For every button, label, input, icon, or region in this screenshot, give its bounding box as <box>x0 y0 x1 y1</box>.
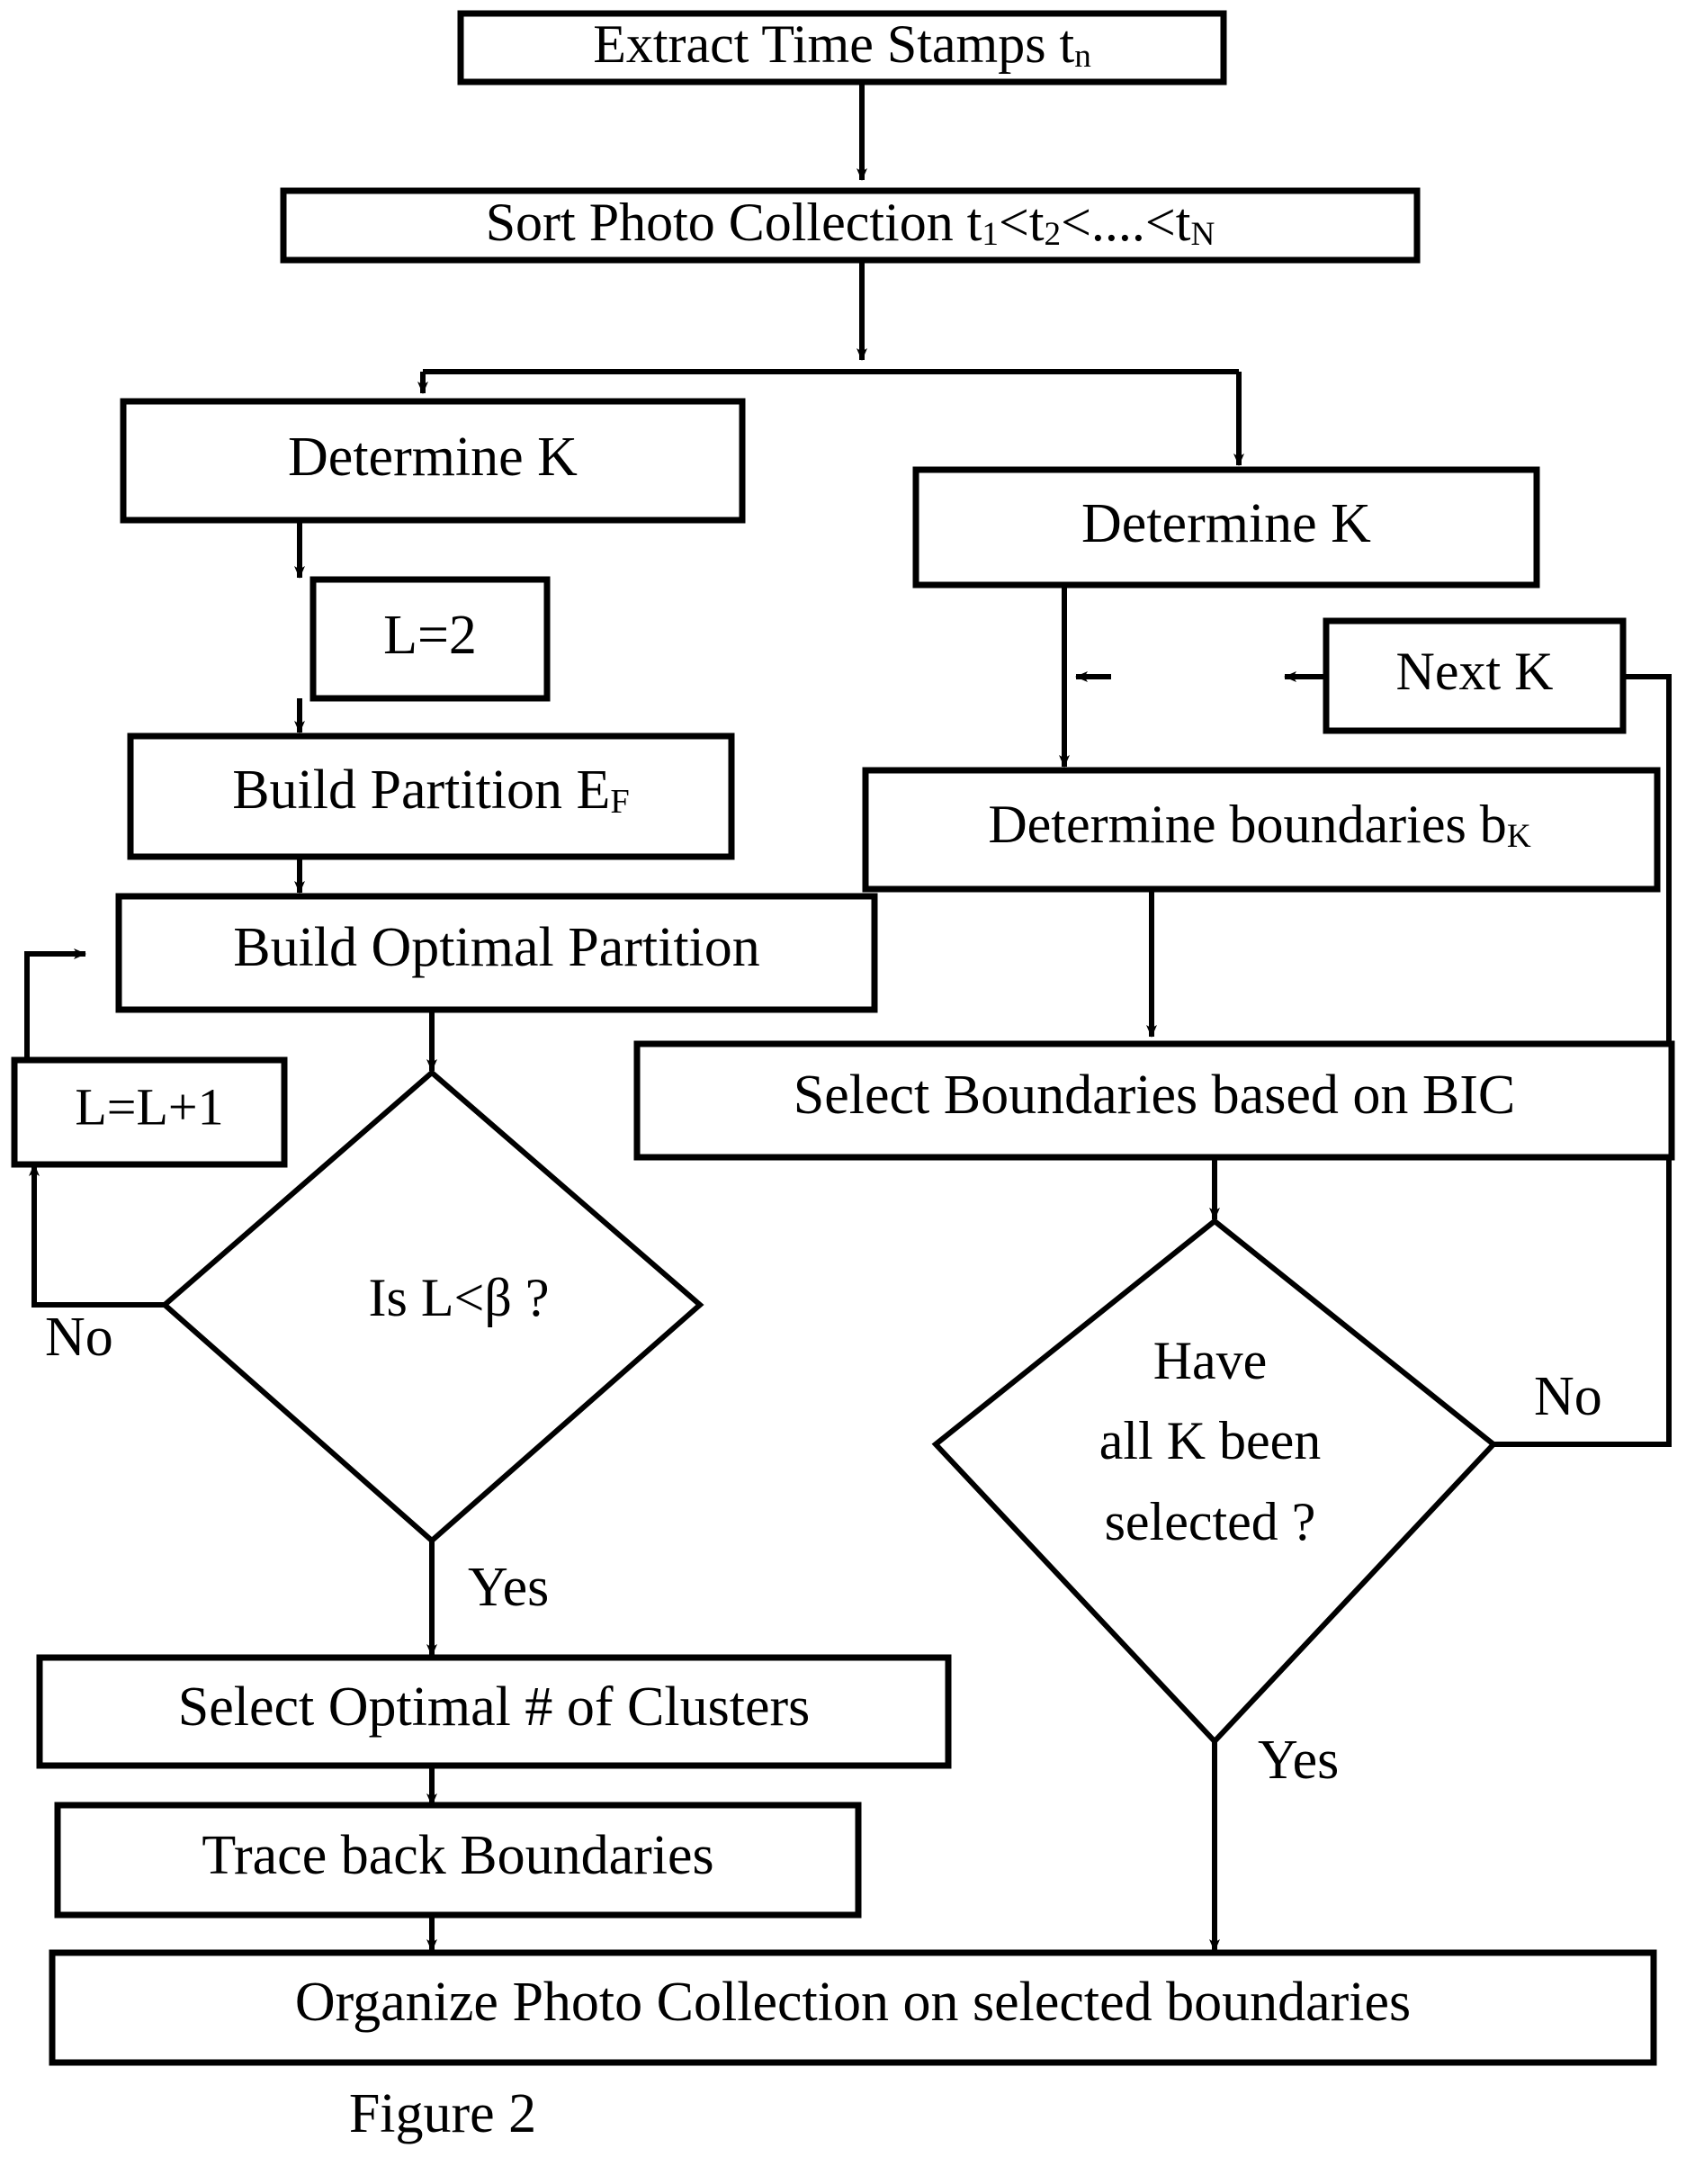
label-l-increment: L=L+1 <box>75 1077 223 1136</box>
edge-l-increment-to-build-optimal <box>24 948 86 1060</box>
edge-label-right-yes: Yes <box>1258 1730 1339 1791</box>
figure-page: Extract Time Stamps tn Sort Photo Collec… <box>0 0 1704 2184</box>
figure-caption: Figure 2 <box>349 2083 536 2144</box>
label-next-k: Next K <box>1396 642 1554 701</box>
label-have-all-k-line3: selected ? <box>1105 1492 1316 1551</box>
label-determine-k-right: Determine K <box>1081 493 1371 554</box>
label-build-partition: Build Partition EF <box>232 759 630 821</box>
edge-label-right-no: No <box>1534 1366 1602 1427</box>
label-determine-k-left: Determine K <box>288 427 578 488</box>
label-have-all-k-line1: Have <box>1153 1331 1268 1390</box>
label-trace-back-boundaries: Trace back Boundaries <box>202 1825 713 1886</box>
edge-label-left-no: No <box>45 1307 113 1368</box>
label-organize-photo-collection: Organize Photo Collection on selected bo… <box>295 1972 1411 2033</box>
label-select-optimal-clusters: Select Optimal # of Clusters <box>178 1676 811 1738</box>
label-build-optimal-partition: Build Optimal Partition <box>233 917 760 978</box>
label-l-equals-2: L=2 <box>383 605 477 666</box>
label-have-all-k-line2: all K been <box>1099 1411 1322 1470</box>
label-determine-boundaries: Determine boundaries bK <box>988 795 1530 855</box>
label-select-boundaries-bic: Select Boundaries based on BIC <box>794 1065 1515 1126</box>
edge-label-left-yes: Yes <box>468 1557 549 1618</box>
node-have-all-k-selected[interactable] <box>931 1218 1498 1746</box>
label-sort-photo-collection: Sort Photo Collection t1<t2<....<tN <box>486 193 1215 253</box>
label-extract-time-stamps: Extract Time Stamps tn <box>593 14 1091 75</box>
label-is-l-less-beta: Is L<β ? <box>369 1268 550 1327</box>
flowchart-canvas: Extract Time Stamps tn Sort Photo Collec… <box>11 10 1675 2144</box>
edge-decision-no-to-l-increment <box>29 1164 165 1308</box>
